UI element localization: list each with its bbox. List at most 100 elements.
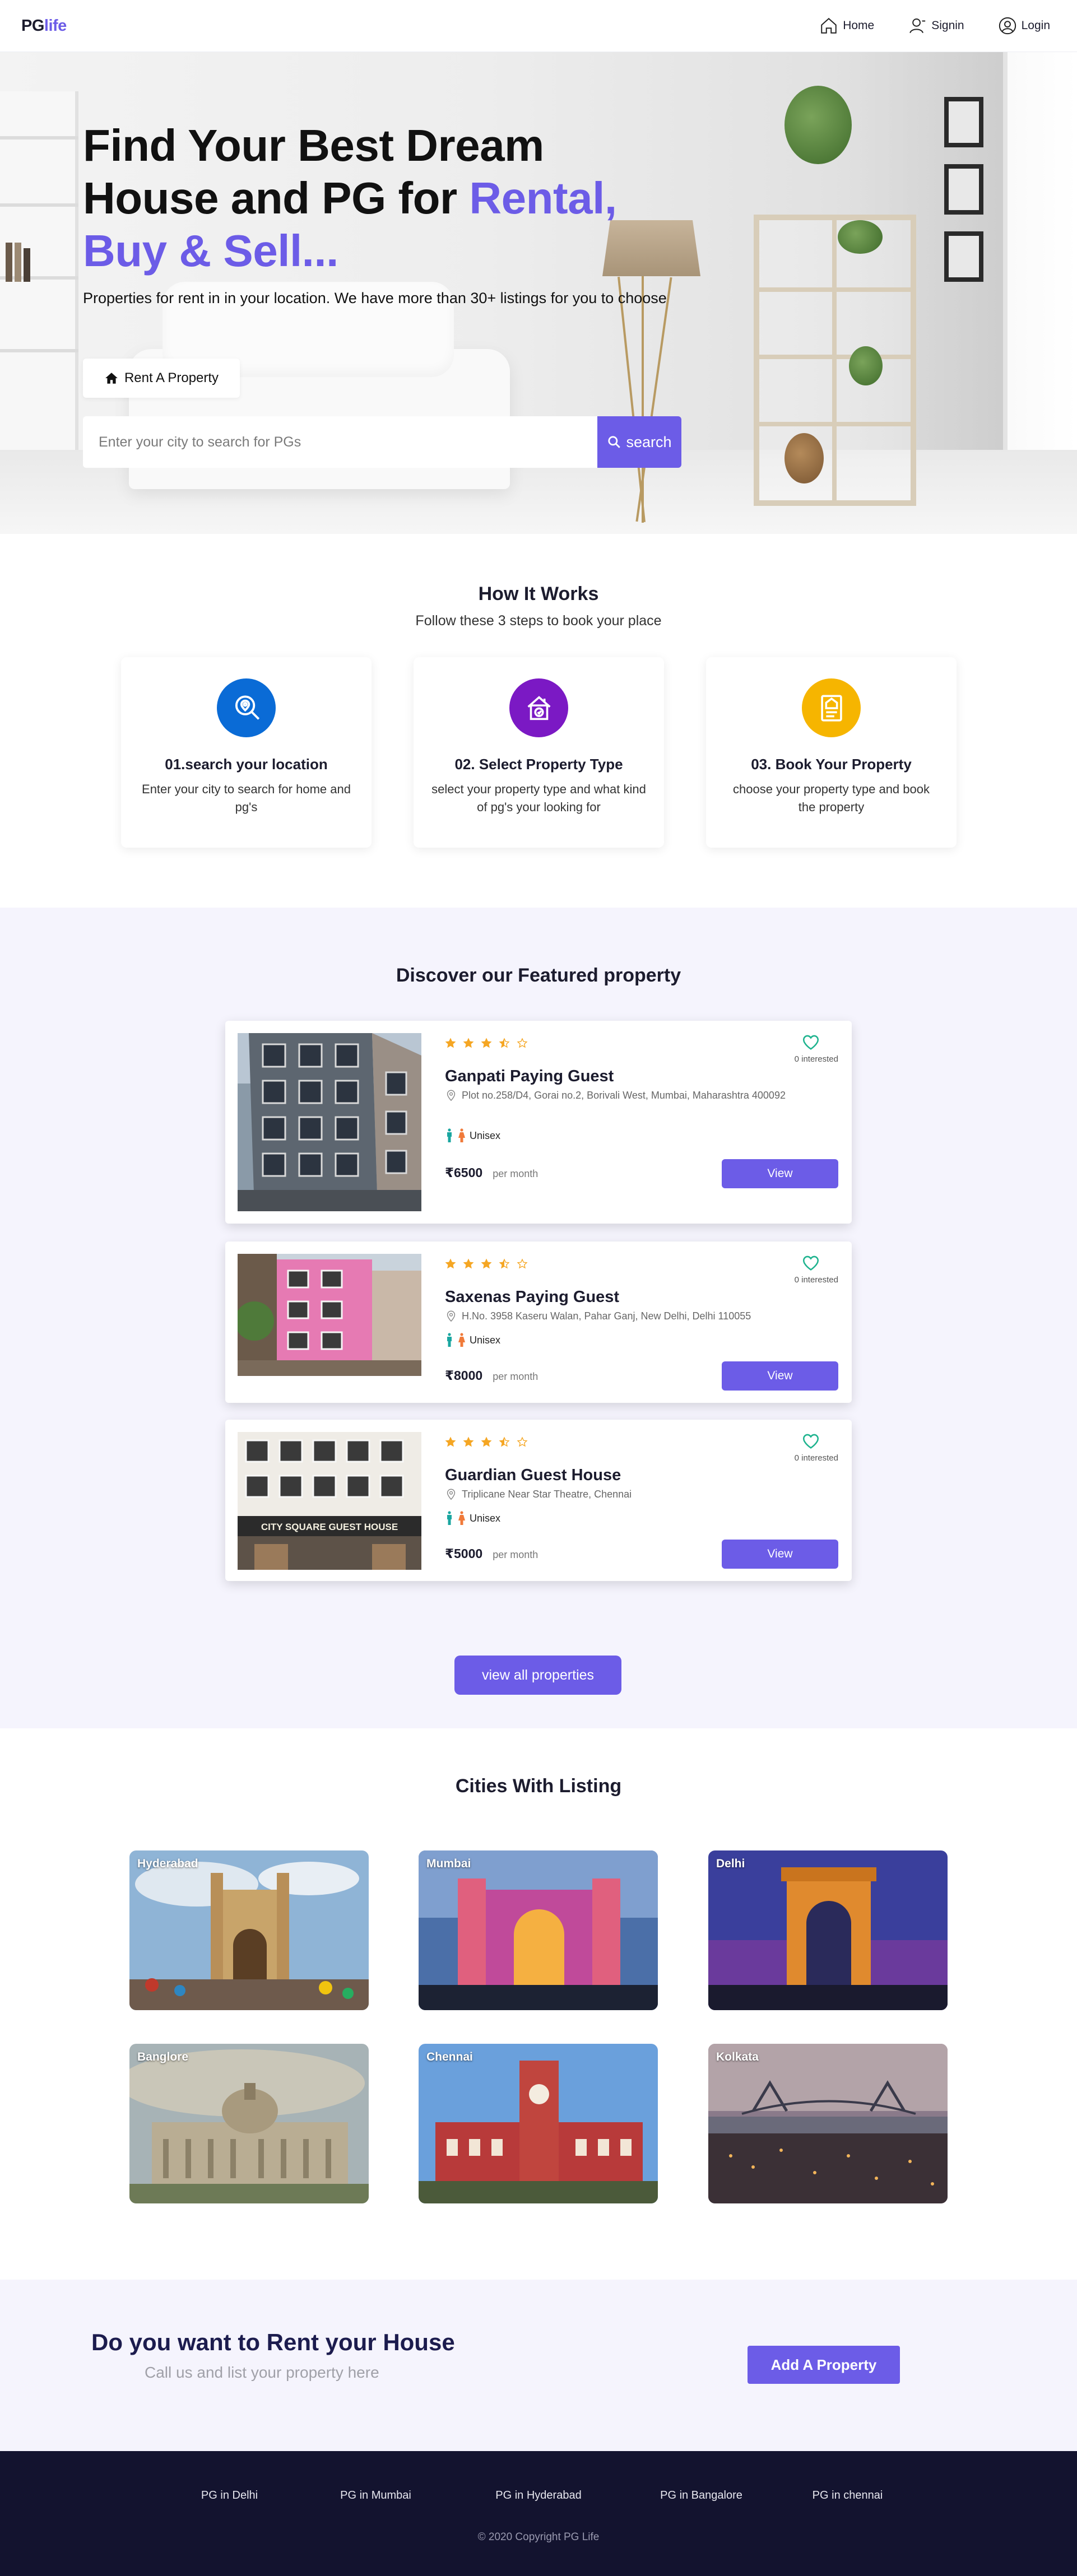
home-icon: [821, 17, 837, 34]
logo-text-pg: PG: [21, 16, 44, 35]
property-card-1[interactable]: 0 interested Ganpati Paying Guest Plot n…: [225, 1021, 852, 1224]
star-full-icon: [445, 1436, 456, 1447]
mumbai-photo: [419, 1850, 658, 2010]
star-empty-icon: [517, 1038, 528, 1048]
property-3-image: CITY SQUARE GUEST HOUSE: [238, 1432, 421, 1570]
star-empty-icon: [517, 1436, 528, 1447]
heart-icon[interactable]: [801, 1033, 820, 1052]
user-circle-icon: [999, 17, 1016, 35]
star-full-icon: [463, 1038, 474, 1048]
heart-icon[interactable]: [801, 1432, 820, 1451]
hyderabad-photo: [129, 1850, 369, 2010]
city-search-input[interactable]: [83, 416, 597, 468]
footer-link-chennai[interactable]: PG in chennai: [774, 2489, 921, 2502]
property-3-interested: 0 interested: [794, 1453, 838, 1463]
house-select-icon: [527, 695, 551, 720]
property-card-3[interactable]: CITY SQUARE GUEST HOUSE 0 interested Gua…: [225, 1420, 852, 1581]
step-2-title: 02. Select Property Type: [454, 756, 623, 773]
property-3-name: Guardian Guest House: [445, 1466, 621, 1484]
bangalore-photo: [129, 2044, 369, 2203]
search-button-label: search: [626, 433, 672, 450]
rent-property-button[interactable]: Rent A Property: [83, 359, 240, 398]
nav-home[interactable]: Home: [819, 16, 874, 35]
property-2-price-period: per month: [493, 1371, 538, 1382]
male-icon: [447, 1333, 452, 1347]
hero-title-accent-rental: Rental,: [469, 173, 617, 223]
male-icon: [447, 1511, 452, 1525]
city-label-banglore: Banglore: [137, 2050, 189, 2063]
city-label-hyderabad: Hyderabad: [137, 1857, 198, 1870]
nav-signin-label: Signin: [931, 19, 964, 32]
add-property-button[interactable]: Add A Property: [748, 2346, 900, 2384]
map-pin-icon: [447, 1489, 456, 1500]
property-3-view-button[interactable]: View: [722, 1540, 838, 1569]
featured-title: Discover our Featured property: [396, 965, 681, 986]
city-card-banglore[interactable]: Banglore: [129, 2044, 369, 2203]
search-button[interactable]: search: [597, 416, 681, 468]
star-full-icon: [463, 1436, 474, 1447]
property-2-price: ₹8000 per month: [445, 1368, 538, 1383]
property-2-view-button[interactable]: View: [722, 1361, 838, 1391]
property-3-address-text: Triplicane Near Star Theatre, Chennai: [462, 1489, 632, 1500]
currency-symbol: ₹: [445, 1165, 454, 1180]
list-property-cta: Do you want to Rent your House Call us a…: [0, 2280, 1077, 2451]
step-3-title: 03. Book Your Property: [751, 756, 912, 773]
hero-title: Find Your Best Dream House and PG for Re…: [83, 119, 699, 277]
step-1-title: 01.search your location: [165, 756, 328, 773]
footer-links: PG in Delhi PG in Mumbai PG in Hyderabad…: [0, 2489, 1077, 2502]
city-card-delhi[interactable]: Delhi: [708, 1850, 948, 2010]
city-card-chennai[interactable]: Chennai: [419, 2044, 658, 2203]
cta-subtitle: Call us and list your property here: [145, 2364, 379, 2381]
step-3-icon-circle: [802, 678, 861, 737]
star-half-icon: [499, 1038, 510, 1048]
footer-link-delhi[interactable]: PG in Delhi: [156, 2489, 303, 2502]
property-1-address-text: Plot no.258/D4, Gorai no.2, Borivali Wes…: [462, 1090, 786, 1101]
property-card-2[interactable]: 0 interested Saxenas Paying Guest H.No. …: [225, 1241, 852, 1403]
footer-link-bangalore[interactable]: PG in Bangalore: [628, 2489, 774, 2502]
logo-text-life: life: [44, 16, 67, 35]
how-it-works-section: How It Works Follow these 3 steps to boo…: [0, 534, 1077, 908]
chennai-photo: [419, 2044, 658, 2203]
female-icon: [458, 1128, 465, 1142]
step-2-description: select your property type and what kind …: [431, 782, 646, 814]
heart-icon[interactable]: [801, 1254, 820, 1273]
footer-link-mumbai[interactable]: PG in Mumbai: [303, 2489, 449, 2502]
footer-link-hyderabad[interactable]: PG in Hyderabad: [449, 2489, 628, 2502]
document-book-icon: [820, 694, 842, 722]
city-card-mumbai[interactable]: Mumbai: [419, 1850, 658, 2010]
delhi-photo: [708, 1850, 948, 2010]
city-label-chennai: Chennai: [426, 2050, 473, 2063]
star-half-icon: [499, 1436, 510, 1447]
property-3-address: Triplicane Near Star Theatre, Chennai: [445, 1487, 804, 1501]
property-2-address-text: H.No. 3958 Kaseru Walan, Pahar Ganj, New…: [462, 1310, 751, 1322]
property-2-name: Saxenas Paying Guest: [445, 1288, 620, 1306]
city-card-hyderabad[interactable]: Hyderabad: [129, 1850, 369, 2010]
star-empty-icon: [517, 1258, 528, 1269]
star-full-icon: [481, 1258, 492, 1269]
city-label-delhi: Delhi: [716, 1857, 745, 1870]
how-it-works-subtitle: Follow these 3 steps to book your place: [415, 613, 662, 629]
step-1-description: Enter your city to search for home and p…: [142, 782, 351, 814]
user-icon: [909, 18, 926, 34]
step-3-description: choose your property type and book the p…: [732, 782, 930, 814]
step-card-2: 02. Select Property Type select your pro…: [414, 657, 664, 848]
property-3-gender: Unisex: [445, 1511, 500, 1526]
star-half-icon: [499, 1258, 510, 1269]
kolkata-photo: [708, 2044, 948, 2203]
property-1-name: Ganpati Paying Guest: [445, 1067, 614, 1085]
nav-login[interactable]: Login: [998, 16, 1050, 35]
property-1-image: [238, 1033, 421, 1211]
property-3-price: ₹5000 per month: [445, 1546, 538, 1561]
site-logo[interactable]: PGlife: [21, 17, 67, 35]
property-3-rating: [445, 1436, 528, 1448]
main-nav: Home Signin Login: [819, 16, 1050, 35]
city-label-mumbai: Mumbai: [426, 1857, 471, 1870]
guest-house-sign-text: CITY SQUARE GUEST HOUSE: [261, 1522, 398, 1532]
nav-login-label: Login: [1021, 19, 1050, 32]
city-card-kolkata[interactable]: Kolkata: [708, 2044, 948, 2203]
star-full-icon: [481, 1038, 492, 1048]
view-all-properties-button[interactable]: view all properties: [454, 1656, 621, 1695]
property-3-price-period: per month: [493, 1549, 538, 1560]
property-1-view-button[interactable]: View: [722, 1159, 838, 1188]
nav-signin[interactable]: Signin: [908, 16, 964, 35]
